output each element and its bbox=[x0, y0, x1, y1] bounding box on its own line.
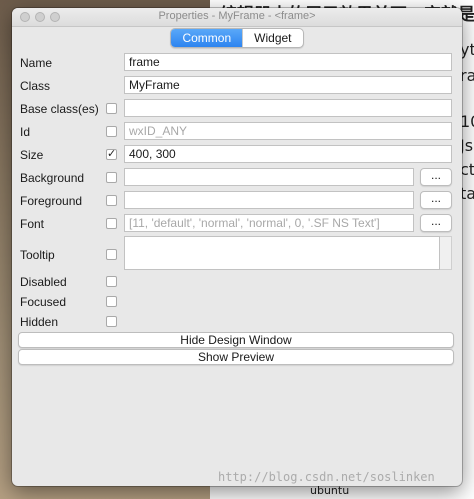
tooltip-checkbox[interactable] bbox=[106, 249, 117, 260]
focused-label: Focused bbox=[20, 295, 67, 309]
background-text-fragment: ra bbox=[460, 66, 474, 85]
id-label: Id bbox=[20, 125, 31, 139]
size-label: Size bbox=[20, 148, 44, 162]
tab-segmented-control: Common Widget bbox=[170, 28, 304, 48]
title-bar[interactable]: Properties - MyFrame - <frame> bbox=[12, 8, 462, 27]
base-classes-label: Base class(es) bbox=[20, 102, 99, 116]
font-label: Font bbox=[20, 217, 45, 231]
disabled-checkbox[interactable] bbox=[106, 276, 117, 287]
class-label: Class bbox=[20, 79, 51, 93]
background-text-fragment: ta bbox=[460, 184, 474, 203]
window-title: Properties - MyFrame - <frame> bbox=[158, 10, 316, 22]
name-field[interactable]: frame bbox=[124, 53, 452, 71]
base-classes-field[interactable] bbox=[124, 99, 452, 117]
tab-bar: Common Widget bbox=[12, 28, 462, 48]
font-checkbox[interactable] bbox=[106, 218, 117, 229]
background-text-fragment: ct bbox=[460, 160, 474, 179]
foreground-field[interactable] bbox=[124, 191, 414, 209]
font-field[interactable]: [11, 'default', 'normal', 'normal', 0, '… bbox=[124, 214, 414, 232]
background-color-picker-button[interactable]: ... bbox=[420, 168, 452, 186]
hidden-checkbox[interactable] bbox=[106, 316, 117, 327]
background-checkbox[interactable] bbox=[106, 172, 117, 183]
base-classes-checkbox[interactable] bbox=[106, 103, 117, 114]
id-field[interactable]: wxID_ANY bbox=[124, 122, 452, 140]
font-picker-button[interactable]: ... bbox=[420, 214, 452, 232]
name-label: Name bbox=[20, 56, 53, 70]
tab-common[interactable]: Common bbox=[171, 29, 243, 47]
show-preview-button[interactable]: Show Preview bbox=[18, 349, 454, 365]
focused-checkbox[interactable] bbox=[106, 296, 117, 307]
background-field[interactable] bbox=[124, 168, 414, 186]
size-checkbox[interactable]: ✓ bbox=[106, 149, 117, 160]
tooltip-textarea[interactable] bbox=[124, 236, 440, 270]
id-checkbox[interactable] bbox=[106, 126, 117, 137]
background-label: Background bbox=[20, 171, 85, 185]
foreground-color-picker-button[interactable]: ... bbox=[420, 191, 452, 209]
size-field[interactable]: 400, 300 bbox=[124, 145, 452, 163]
tooltip-scrollbar[interactable] bbox=[440, 236, 452, 270]
properties-window: Properties - MyFrame - <frame> Common Wi… bbox=[12, 8, 462, 486]
hide-design-window-button[interactable]: Hide Design Window bbox=[18, 332, 454, 348]
background-text-fragment: 10 bbox=[460, 112, 474, 131]
disabled-label: Disabled bbox=[20, 275, 67, 289]
tab-widget[interactable]: Widget bbox=[242, 29, 302, 47]
foreground-checkbox[interactable] bbox=[106, 195, 117, 206]
foreground-label: Foreground bbox=[20, 194, 83, 208]
tooltip-label: Tooltip bbox=[20, 248, 55, 262]
hidden-label: Hidden bbox=[20, 315, 59, 329]
class-field[interactable]: MyFrame bbox=[124, 76, 452, 94]
watermark-text: http://blog.csdn.net/soslinken bbox=[218, 470, 435, 484]
background-text-fragment: yt bbox=[460, 40, 474, 59]
